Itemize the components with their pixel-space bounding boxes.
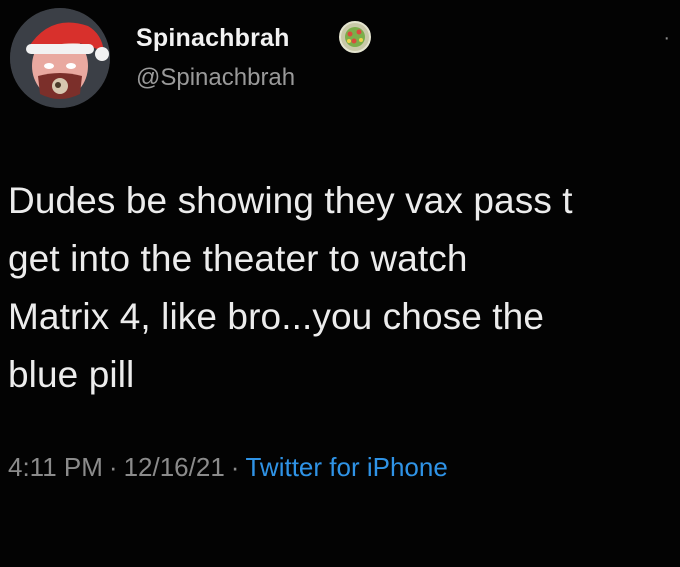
meta-separator: · [230, 452, 240, 482]
meta-separator: · [108, 452, 118, 482]
emoji-badge-icon [338, 20, 372, 54]
display-name[interactable]: Spinachbrah [136, 24, 290, 53]
user-handle[interactable]: @Spinachbrah [136, 64, 295, 92]
avatar[interactable] [10, 8, 110, 108]
tweet-source-link[interactable]: Twitter for iPhone [245, 452, 447, 482]
tweet-card: Spinachbrah @Spinachbrah · Dudes be show… [0, 0, 680, 567]
more-options-icon[interactable]: · [663, 28, 670, 48]
tweet-date[interactable]: 12/16/21 [124, 452, 225, 482]
tweet-time[interactable]: 4:11 PM [8, 452, 103, 482]
tweet-meta: 4:11 PM · 12/16/21 · Twitter for iPhone [8, 452, 448, 483]
tweet-text: Dudes be showing they vax pass t get int… [8, 180, 573, 395]
avatar-image [10, 8, 110, 108]
